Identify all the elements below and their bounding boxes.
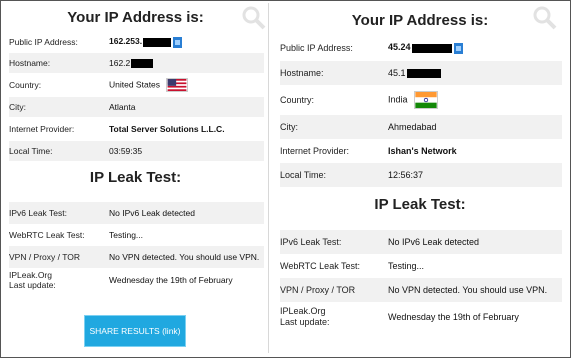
label: Country: — [9, 80, 42, 90]
value: 03:59:35 — [109, 146, 143, 156]
label: Public IP Address: — [280, 43, 353, 53]
us-flag-icon — [166, 78, 189, 92]
row-hostname: Hostname: 45.1 — [280, 61, 562, 85]
label: Internet Provider: — [280, 146, 350, 156]
value: Testing... — [388, 261, 425, 271]
row-last-update: IPLeak.Org Last update: Wednesday the 19t… — [9, 268, 264, 292]
row-provider: Internet Provider: Total Server Solution… — [9, 119, 264, 139]
label: WebRTC Leak Test: — [280, 261, 361, 271]
value: 12:56:37 — [388, 170, 424, 180]
value: 45.1 — [388, 68, 441, 79]
label: IPv6 Leak Test: — [9, 208, 67, 218]
value: Wednesday the 19th of February — [388, 312, 519, 322]
share-results-button[interactable]: SHARE RESULTS (link) — [84, 315, 186, 347]
ip-title: Your IP Address is: — [67, 9, 204, 26]
value: 162.253. — [109, 36, 183, 48]
label: Hostname: — [9, 58, 51, 68]
value: No IPv6 Leak detected — [109, 208, 196, 218]
label: WebRTC Leak Test: — [9, 230, 85, 240]
value: No VPN detected. You should use VPN. — [109, 252, 260, 262]
row-city: City: Atlanta — [9, 97, 264, 117]
value: United States — [109, 78, 189, 92]
label: VPN / Proxy / TOR — [9, 252, 81, 262]
redaction — [131, 59, 154, 69]
label: VPN / Proxy / TOR — [280, 285, 356, 295]
row-ipv6: IPv6 Leak Test: No IPv6 Leak detected — [9, 202, 264, 224]
value: 162.2 — [109, 58, 154, 69]
value: No IPv6 Leak detected — [388, 237, 480, 247]
redaction — [143, 37, 172, 47]
label: IPLeak.Org Last update: — [280, 306, 330, 327]
label: IPLeak.Org Last update: — [9, 270, 56, 290]
magnifier-icon[interactable] — [241, 5, 267, 31]
row-last-update: IPLeak.Org Last update: Wednesday the 19t… — [280, 302, 562, 332]
value: Total Server Solutions L.L.C. — [109, 124, 225, 134]
row-ipv6: IPv6 Leak Test: No IPv6 Leak detected — [280, 230, 562, 254]
label: Country: — [280, 95, 315, 105]
value: No VPN detected. You should use VPN. — [388, 285, 548, 295]
leak-title: IP Leak Test: — [374, 196, 466, 213]
india-flag-icon — [414, 91, 439, 109]
magnifier-icon[interactable] — [532, 5, 558, 31]
label: City: — [280, 122, 298, 132]
ip-title: Your IP Address is: — [351, 12, 489, 29]
label: IPv6 Leak Test: — [280, 237, 342, 247]
right-panel: Your IP Address is: Public IP Address: 4… — [274, 3, 566, 353]
copy-icon[interactable] — [173, 36, 183, 48]
row-provider: Internet Provider: Ishan's Network — [280, 139, 562, 163]
redaction — [406, 69, 441, 79]
label: Public IP Address: — [9, 37, 78, 47]
row-vpn: VPN / Proxy / TOR No VPN detected. You s… — [9, 246, 264, 268]
row-vpn: VPN / Proxy / TOR No VPN detected. You s… — [280, 278, 562, 302]
value: Wednesday the 19th of February — [109, 275, 233, 285]
label: City: — [9, 102, 26, 112]
value: 45.24 — [388, 42, 463, 54]
row-public-ip: Public IP Address: 45.24 — [280, 37, 562, 59]
label: Local Time: — [9, 146, 53, 156]
row-public-ip: Public IP Address: 162.253. — [9, 33, 264, 51]
label: Local Time: — [280, 170, 327, 180]
row-country: Country: India — [280, 87, 562, 113]
value: Atlanta — [109, 102, 136, 112]
copy-icon[interactable] — [453, 42, 463, 54]
row-local-time: Local Time: 03:59:35 — [9, 141, 264, 161]
value: India — [388, 91, 439, 109]
redaction — [411, 43, 452, 53]
value: Testing... — [109, 230, 144, 240]
value: Ishan's Network — [388, 146, 457, 156]
label: Internet Provider: — [9, 124, 75, 134]
left-panel: Your IP Address is: Public IP Address: 1… — [3, 3, 269, 353]
row-webrtc: WebRTC Leak Test: Testing... — [280, 254, 562, 278]
row-local-time: Local Time: 12:56:37 — [280, 163, 562, 187]
row-country: Country: United States — [9, 75, 264, 95]
row-hostname: Hostname: 162.2 — [9, 53, 264, 73]
value: Ahmedabad — [388, 122, 437, 132]
row-city: City: Ahmedabad — [280, 115, 562, 139]
row-webrtc: WebRTC Leak Test: Testing... — [9, 224, 264, 246]
label: Hostname: — [280, 68, 324, 78]
leak-title: IP Leak Test: — [89, 169, 182, 186]
